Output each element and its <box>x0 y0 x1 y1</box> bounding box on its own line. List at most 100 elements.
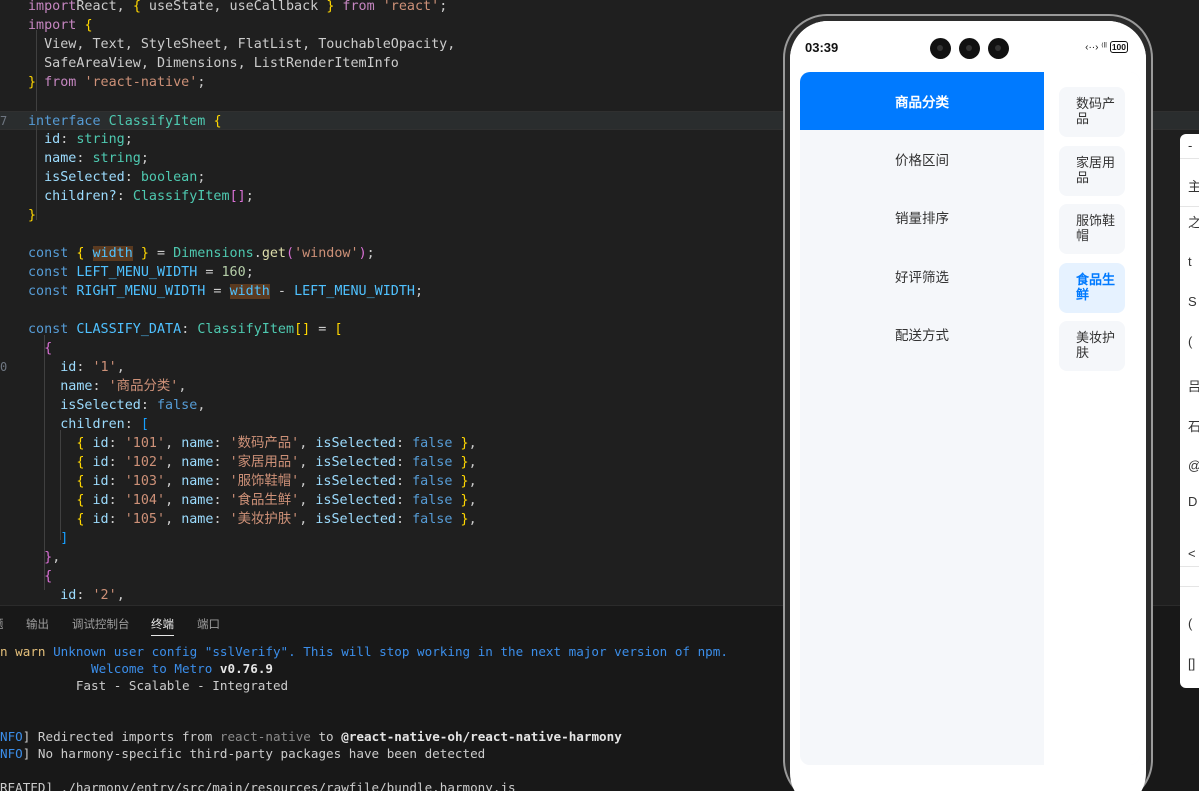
code-token: false <box>412 512 453 527</box>
right-menu-item-beauty[interactable]: 美妆护肤 <box>1059 321 1125 371</box>
code-token: = <box>148 246 174 261</box>
right-menu-item-digital[interactable]: 数码产品 <box>1059 87 1125 137</box>
code-text: import { <box>28 16 93 35</box>
code-text: name: '商品分类', <box>28 377 186 396</box>
side-window-item[interactable]: D <box>1188 494 1197 509</box>
code-token: width <box>92 246 133 261</box>
side-window-item[interactable]: 石 <box>1188 416 1199 435</box>
side-window-item[interactable]: @ <box>1188 458 1199 473</box>
code-token: from <box>334 0 383 14</box>
code-text: View, Text, StyleSheet, FlatList, Toucha… <box>28 35 455 54</box>
code-token: 'window' <box>294 246 359 261</box>
code-token: , <box>299 436 316 451</box>
divider <box>1180 586 1199 587</box>
divider <box>1180 158 1199 159</box>
code-token: } <box>460 474 469 489</box>
side-window-item[interactable]: < <box>1188 546 1196 561</box>
code-token: LEFT_MENU_WIDTH <box>294 284 415 299</box>
tab-debug-console[interactable]: 调试控制台 <box>72 616 130 632</box>
code-token: id <box>28 360 77 375</box>
code-token: '102' <box>124 455 166 470</box>
tab-terminal[interactable]: 终端 <box>151 616 174 636</box>
code-token: false <box>412 474 453 489</box>
left-menu-item-price[interactable]: 价格区间 <box>800 130 1044 188</box>
code-token: '食品生鲜' <box>229 493 300 508</box>
code-token: , <box>197 398 206 413</box>
code-token: : <box>213 455 230 470</box>
code-token: } <box>460 436 469 451</box>
terminal-token: NFO <box>0 729 23 744</box>
side-window-item[interactable]: ( <box>1188 334 1192 349</box>
side-window-item[interactable]: - <box>1188 138 1192 153</box>
side-window-item[interactable]: 吕 <box>1188 376 1199 395</box>
code-token: name <box>181 493 214 508</box>
code-token: : <box>108 474 125 489</box>
code-token: 'react-native' <box>84 75 198 90</box>
code-text: name: string; <box>28 149 149 168</box>
left-menu-item-delivery[interactable]: 配送方式 <box>800 305 1044 363</box>
code-token: , <box>178 379 187 394</box>
code-text: const CLASSIFY_DATA: ClassifyItem[] = [ <box>28 320 342 339</box>
side-window-item[interactable]: ( <box>1188 616 1192 631</box>
code-text: } from 'react-native'; <box>28 73 205 92</box>
code-text: { <box>28 339 52 358</box>
left-menu: 商品分类 价格区间 销量排序 好评筛选 配送方式 <box>800 72 1044 765</box>
left-menu-item-category[interactable]: 商品分类 <box>800 72 1044 130</box>
code-token: ClassifyItem <box>197 322 295 337</box>
code-token: const <box>28 246 77 261</box>
code-text: importReact, { useState, useCallback } f… <box>28 0 447 16</box>
code-token: boolean <box>140 170 198 185</box>
right-menu-item-apparel[interactable]: 服饰鞋帽 <box>1059 204 1125 254</box>
code-token: : <box>76 151 93 166</box>
right-menu-item-food[interactable]: 食品生鲜 <box>1059 263 1125 313</box>
line-number: 7 <box>0 114 8 128</box>
code-token: , <box>52 550 61 565</box>
code-token: - <box>269 284 295 299</box>
side-window-item[interactable]: t <box>1188 254 1192 269</box>
indent-guide <box>36 30 37 111</box>
terminal-line: Fast - Scalable - Integrated <box>0 677 288 694</box>
tab-problems[interactable]: 题 <box>0 616 4 632</box>
code-token: id <box>84 512 109 527</box>
menu-item-label: 销量排序 <box>895 211 949 226</box>
status-time: 03:39 <box>805 40 839 55</box>
side-window-item[interactable]: 主 <box>1188 176 1199 195</box>
code-token: [ <box>140 417 149 432</box>
tab-ports[interactable]: 端口 <box>197 616 220 632</box>
code-token: name <box>181 474 214 489</box>
right-menu-item-home[interactable]: 家居用品 <box>1059 146 1125 196</box>
code-token: ] <box>60 531 69 546</box>
side-window-item[interactable]: 之 <box>1188 212 1199 231</box>
code-token: : <box>108 436 125 451</box>
code-token: isSelected <box>315 436 396 451</box>
code-token: children <box>28 417 125 432</box>
code-text: SafeAreaView, Dimensions, ListRenderItem… <box>28 54 399 73</box>
camera-icon <box>959 38 980 59</box>
side-window-item[interactable]: S <box>1188 294 1197 309</box>
code-token: 'react' <box>382 0 440 14</box>
tab-output[interactable]: 输出 <box>26 616 49 632</box>
code-token: interface <box>28 114 109 129</box>
side-window-item[interactable]: [] <box>1188 656 1195 671</box>
code-token: : <box>213 493 230 508</box>
left-menu-item-sales[interactable]: 销量排序 <box>800 188 1044 246</box>
code-token: : <box>213 436 230 451</box>
code-token: , <box>468 474 477 489</box>
code-token: : <box>108 512 125 527</box>
code-token: id <box>84 493 109 508</box>
terminal-token: ] Redirected imports from <box>22 729 220 744</box>
left-menu-item-rating[interactable]: 好评筛选 <box>800 247 1044 305</box>
menu-item-label: 价格区间 <box>895 153 949 168</box>
code-token: ) <box>358 246 367 261</box>
terminal-line: REATED] ./harmony/entry/src/main/resourc… <box>0 779 516 791</box>
code-token: isSelected <box>315 455 396 470</box>
